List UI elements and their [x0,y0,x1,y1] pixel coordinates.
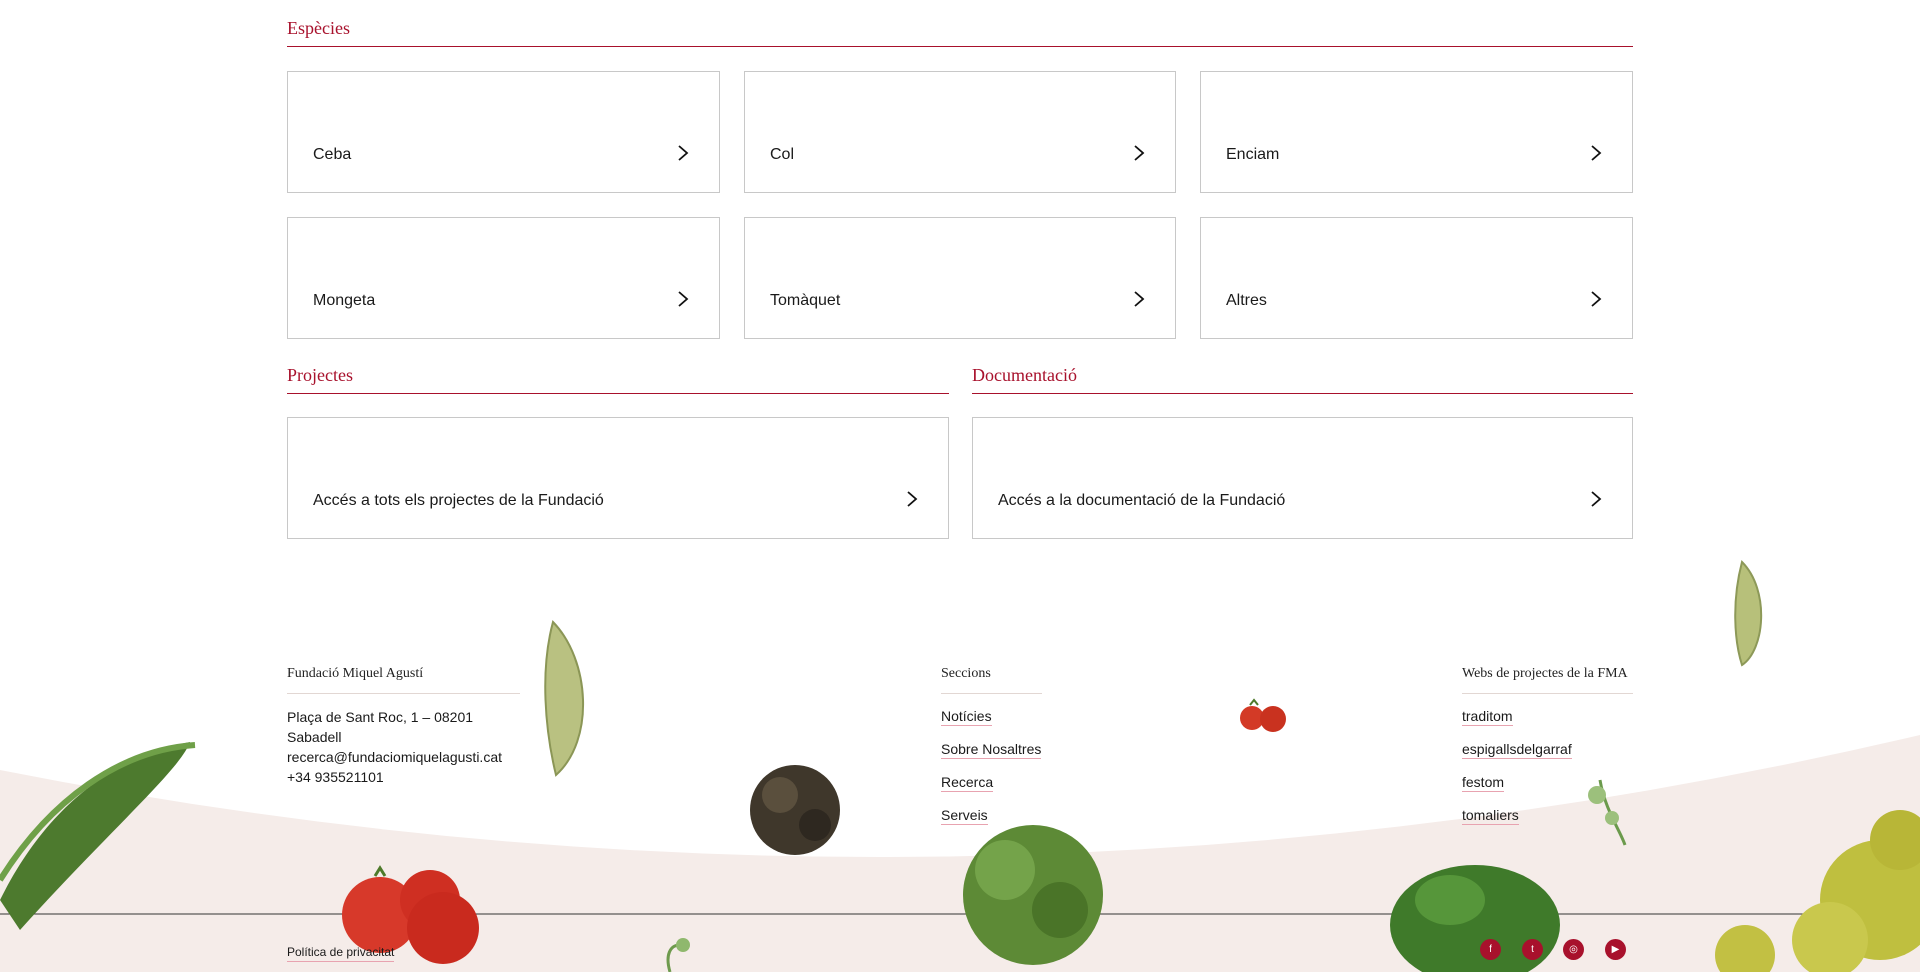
privacy-policy-link[interactable]: Política de privacitat [287,944,395,962]
footer-sections-column: Seccions Notícies Sobre Nosaltres Recerc… [941,664,1061,840]
footer-org-column: Fundació Miquel Agustí Plaça de Sant Roc… [287,664,527,787]
chevron-right-icon [678,145,689,161]
species-section-title: Espècies [287,18,1633,47]
species-card-mongeta[interactable]: Mongeta [287,217,720,339]
species-card-altres[interactable]: Altres [1200,217,1633,339]
species-card-label: Enciam [1226,146,1280,163]
footer-link-sobre-nosaltres[interactable]: Sobre Nosaltres [941,741,1042,759]
projects-section-title: Projectes [287,365,949,394]
footer-link-espigallsdelgarraf[interactable]: espigallsdelgarraf [1462,741,1572,759]
instagram-icon[interactable]: ◎ [1563,939,1584,960]
footer-webs-column: Webs de projectes de la FMA traditom esp… [1462,664,1633,840]
documentation-card[interactable]: Accés a la documentació de la Fundació [972,417,1633,539]
footer-webs-title: Webs de projectes de la FMA [1462,666,1633,694]
projects-card[interactable]: Accés a tots els projectes de la Fundaci… [287,417,949,539]
footer-link-serveis[interactable]: Serveis [941,807,988,825]
species-card-label: Ceba [313,146,352,163]
green-lettuce-decoration [963,825,1103,965]
chevron-right-icon [1134,291,1145,307]
footer-link-noticies[interactable]: Notícies [941,708,992,726]
chevron-right-icon [1134,145,1145,161]
footer-org-title: Fundació Miquel Agustí [287,666,520,694]
tomatoes-decoration [1240,698,1286,732]
footer-link-traditom[interactable]: traditom [1462,708,1513,726]
documentation-card-label: Accés a la documentació de la Fundació [998,492,1286,509]
chevron-right-icon [1591,291,1602,307]
footer-phone[interactable]: +34 935521101 [287,767,527,787]
documentation-section-title: Documentació [972,365,1633,394]
footer-link-recerca[interactable]: Recerca [941,774,994,792]
pea-pod-decoration [1734,560,1763,667]
footer-address: Plaça de Sant Roc, 1 – 08201 Sabadell [287,709,474,745]
chevron-right-icon [1591,145,1602,161]
footer-link-tomaliers[interactable]: tomaliers [1462,807,1519,825]
footer-sections-title: Seccions [941,666,1042,694]
twitter-icon[interactable]: t [1522,939,1543,960]
species-card-col[interactable]: Col [744,71,1176,193]
chevron-right-icon [678,291,689,307]
species-card-label: Mongeta [313,292,376,309]
footer-link-festom[interactable]: festom [1462,774,1505,792]
facebook-icon[interactable]: f [1480,939,1501,960]
projects-card-label: Accés a tots els projectes de la Fundaci… [313,492,604,509]
species-card-tomaquet[interactable]: Tomàquet [744,217,1176,339]
youtube-icon[interactable]: ▶ [1605,939,1626,960]
chevron-right-icon [907,491,918,507]
species-card-ceba[interactable]: Ceba [287,71,720,193]
pea-pod-decoration [544,620,584,777]
dark-lettuce-decoration [750,765,840,855]
species-card-label: Col [770,146,795,163]
species-card-label: Tomàquet [770,292,841,309]
species-card-label: Altres [1226,292,1267,309]
chevron-right-icon [1591,491,1602,507]
footer-email[interactable]: recerca@fundaciomiquelagusti.cat [287,747,527,767]
species-card-enciam[interactable]: Enciam [1200,71,1633,193]
